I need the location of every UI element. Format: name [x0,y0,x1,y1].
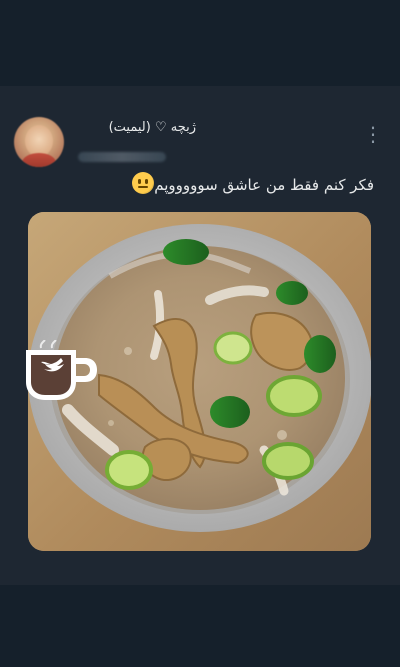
more-options-button[interactable]: ⋮ [361,122,385,146]
emoji-mouth [138,186,149,188]
broth-bubble [124,347,132,355]
steam-line [39,340,46,349]
green-onion-slice [105,450,153,490]
avatar-shirt [22,153,56,167]
username-blurred [78,152,166,162]
tweet-card: ژبچه ♡ (لیمیت) ⋮ فکر کنم فقط من عاشق سوو… [0,86,400,585]
neutral-face-emoji [132,172,155,194]
green-onion-slice [262,442,314,480]
coffee-cup-handle [76,358,97,382]
top-letterbox [0,0,400,86]
green-onion-slice [163,239,209,265]
green-onion-slice [304,335,336,373]
tweet-text: فکر کنم فقط من عاشق سوووووپم [154,176,374,194]
broth-bubble [277,430,287,440]
profile-avatar[interactable] [14,117,64,167]
green-onion-slice [266,375,322,417]
coffee-cup-body [31,355,71,395]
green-onion-slice [210,396,250,428]
bottom-letterbox [0,585,400,667]
green-onion-slice [276,281,308,305]
steam-line [50,340,57,349]
more-vertical-icon: ⋮ [363,122,383,146]
broth-bubble [108,420,114,426]
green-onion-slice [213,331,253,365]
display-name[interactable]: ژبچه ♡ (لیمیت) [86,120,196,135]
twitter-coffee-cup-icon [26,340,97,400]
tweet-body: فکر کنم فقط من عاشق سوووووپم [84,172,374,195]
